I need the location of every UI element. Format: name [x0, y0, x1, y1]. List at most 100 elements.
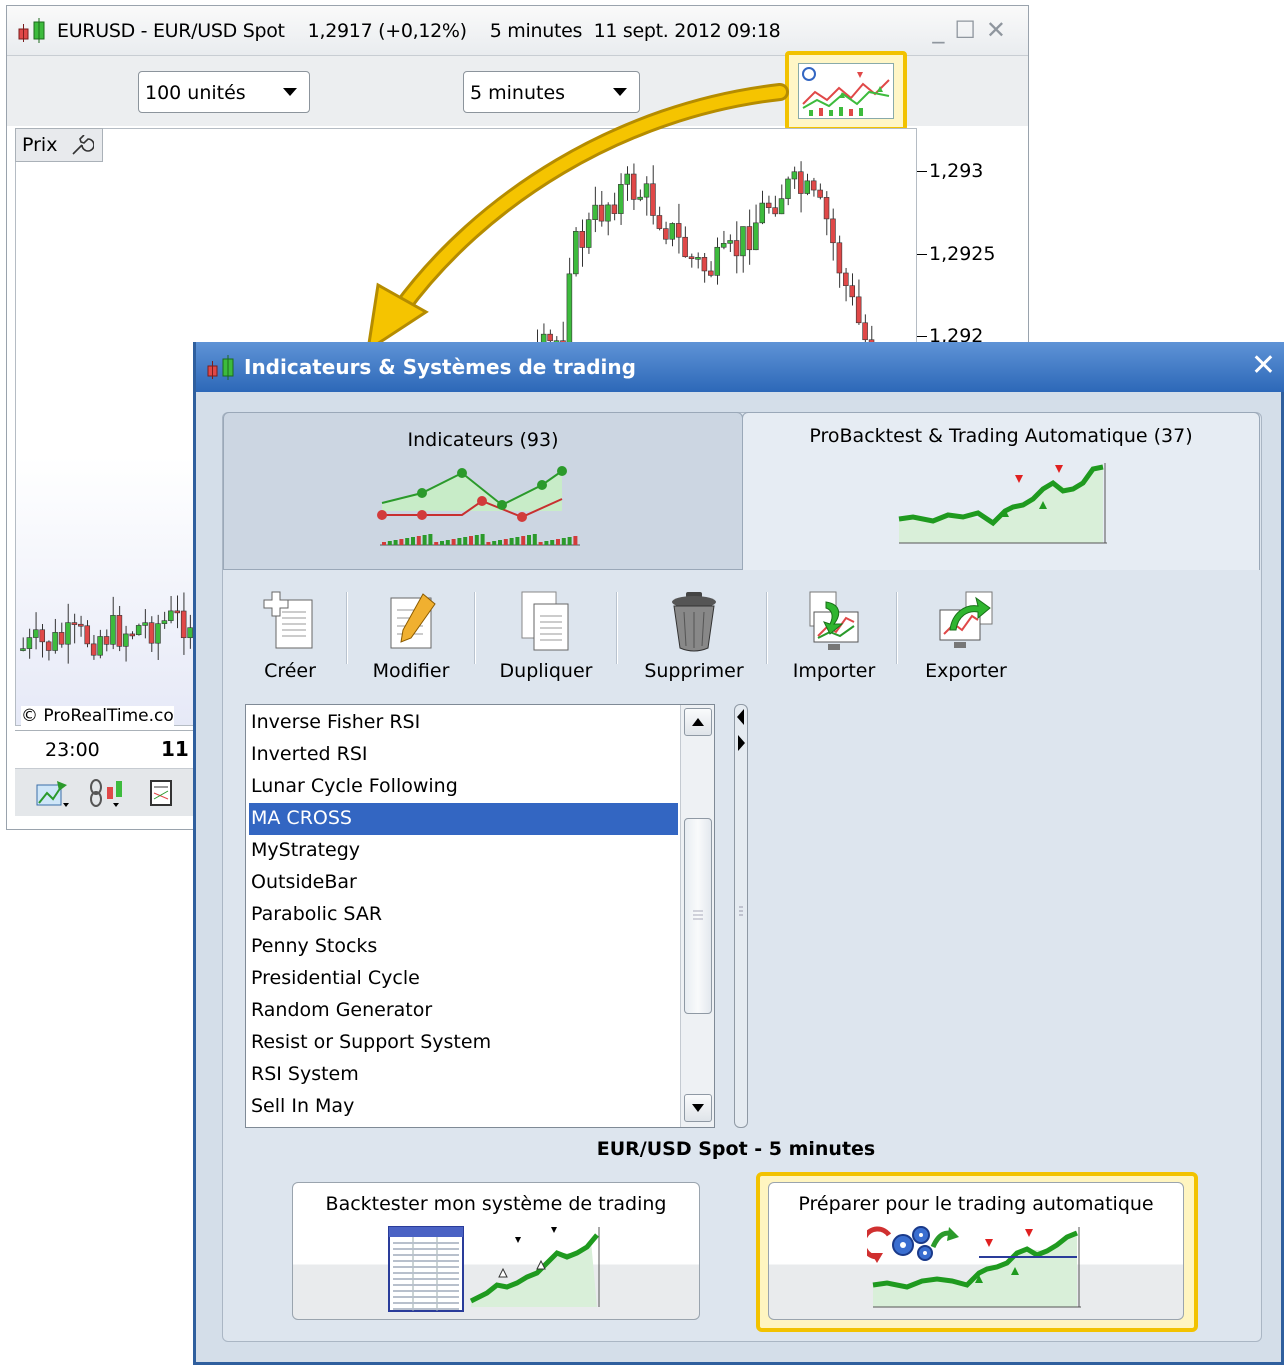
scroll-thumb[interactable] [684, 818, 712, 1014]
candle-body [71, 622, 78, 625]
import-icon [809, 591, 859, 650]
close-icon[interactable]: ✕ [986, 16, 1016, 44]
indicators-chart-icon [377, 466, 580, 546]
panel-splitter[interactable] [734, 704, 748, 1128]
x-axis-label: 11 [161, 737, 189, 761]
price-panel-label[interactable]: Prix [15, 128, 103, 162]
histogram-bar [503, 539, 508, 545]
probacktest-chart-icon [898, 463, 1107, 544]
histogram-bar [527, 535, 531, 545]
histogram-bar [532, 534, 537, 545]
x-axis-label: 23:00 [45, 739, 100, 761]
indicators-systems-button[interactable] [785, 51, 907, 131]
candle-body [52, 632, 58, 651]
list-item[interactable]: MA CROSS [249, 803, 678, 835]
toolbar-label: Supprimer [644, 660, 744, 682]
toolbar-label: Modifier [372, 660, 450, 682]
histogram-bar [382, 542, 386, 545]
histogram-bars [382, 534, 578, 545]
candle-body [123, 633, 129, 647]
highlight-arrow [366, 83, 789, 354]
tab-indicators[interactable]: Indicateurs (93) [223, 412, 743, 570]
candle-body [142, 622, 148, 626]
list-item[interactable]: Inverse Fisher RSI [249, 707, 678, 739]
list-item[interactable]: Random Generator [249, 995, 678, 1027]
toolbar-separator [474, 592, 476, 664]
candlestick-app-icon [18, 18, 45, 43]
units-dropdown[interactable]: 100 unités [138, 71, 310, 113]
list-item[interactable]: Resist or Support System [249, 1027, 678, 1059]
create-icon [263, 591, 313, 649]
list-item[interactable]: Presidential Cycle [249, 963, 678, 995]
chevron-down-icon [283, 88, 297, 96]
chevron-up-icon [692, 718, 704, 726]
toolbar-label: Dupliquer [499, 660, 593, 682]
histogram-bar [399, 539, 404, 545]
candle-body [110, 615, 116, 645]
candle-body [836, 242, 843, 274]
candle-body [855, 296, 862, 324]
import-button[interactable]: Importer [774, 590, 894, 690]
list-item[interactable]: Lunar Cycle Following [249, 771, 678, 803]
candle-body [65, 622, 71, 645]
y-axis-label: 1,2925 [929, 243, 996, 265]
list-item[interactable]: Sell In May [249, 1091, 678, 1123]
candle-body [90, 643, 97, 656]
histogram-bar [486, 542, 491, 545]
list-item[interactable]: Penny Stocks [249, 931, 678, 963]
list-item[interactable]: MyStrategy [249, 835, 678, 867]
histogram-bar [567, 537, 572, 545]
list-item[interactable]: Parabolic SAR [249, 899, 678, 931]
grip-icon [693, 910, 703, 920]
systems-list[interactable]: Inverse Fisher RSI Inverted RSI Lunar Cycl… [245, 704, 715, 1128]
duplicate-button[interactable]: Dupliquer [486, 590, 606, 690]
chart-tools-icon[interactable] [35, 779, 71, 809]
histogram-bar [561, 538, 566, 545]
candle-body [135, 625, 142, 636]
candle-body [116, 615, 123, 647]
chart-title-bar: EURUSD - EUR/USD Spot 1,2917 (+0,12%) 5 … [7, 6, 1028, 56]
candle-body [180, 610, 187, 639]
auto-trading-button-label: Préparer pour le trading automatique [798, 1193, 1154, 1215]
candle-body [843, 272, 849, 286]
histogram-bar [457, 538, 462, 545]
export-button[interactable]: Exporter [906, 590, 1026, 690]
copyright-text: © ProRealTime.co [21, 706, 174, 726]
list-scrollbar[interactable] [680, 705, 714, 1127]
y-tick [917, 254, 927, 255]
histogram-bar [445, 540, 450, 545]
tab-label: ProBacktest & Trading Automatique (37) [809, 425, 1193, 447]
backtest-button-label: Backtester mon système de trading [325, 1193, 667, 1215]
candle-body [830, 218, 836, 244]
scroll-down-button[interactable] [684, 1094, 712, 1122]
delete-button[interactable]: Supprimer [634, 590, 754, 690]
chain-candles-icon[interactable] [87, 777, 127, 809]
trash-icon [672, 592, 716, 652]
create-button[interactable]: Créer [230, 590, 350, 690]
grid-table-icon[interactable] [149, 779, 175, 807]
tab-probacktest[interactable]: ProBacktest & Trading Automatique (37) [742, 412, 1260, 570]
histogram-bar [492, 541, 497, 545]
histogram-bar [434, 542, 439, 545]
close-icon[interactable]: ✕ [1251, 348, 1276, 383]
histogram-bar [556, 539, 560, 545]
list-item[interactable]: Inverted RSI [249, 739, 678, 771]
maximize-icon[interactable]: ☐ [954, 16, 986, 44]
backtest-chart-icon [388, 1226, 600, 1312]
backtest-button[interactable]: Backtester mon système de trading [292, 1182, 700, 1320]
candlestick-app-icon [207, 355, 234, 380]
histogram-bar [387, 541, 392, 545]
candle-body [823, 197, 830, 220]
candle-body [78, 623, 84, 627]
candle-body [33, 629, 39, 638]
list-item[interactable]: OutsideBar [249, 867, 678, 899]
histogram-bar [469, 536, 473, 545]
edit-button[interactable]: Modifier [351, 590, 471, 690]
candle-body [155, 623, 161, 644]
candle-body [148, 622, 155, 644]
units-dropdown-value: 100 unités [145, 82, 246, 104]
list-item[interactable]: RSI System [249, 1059, 678, 1091]
scroll-up-button[interactable] [684, 708, 712, 736]
auto-trading-button[interactable]: Préparer pour le trading automatique [768, 1182, 1184, 1320]
minimize-icon[interactable]: _ [932, 16, 954, 44]
